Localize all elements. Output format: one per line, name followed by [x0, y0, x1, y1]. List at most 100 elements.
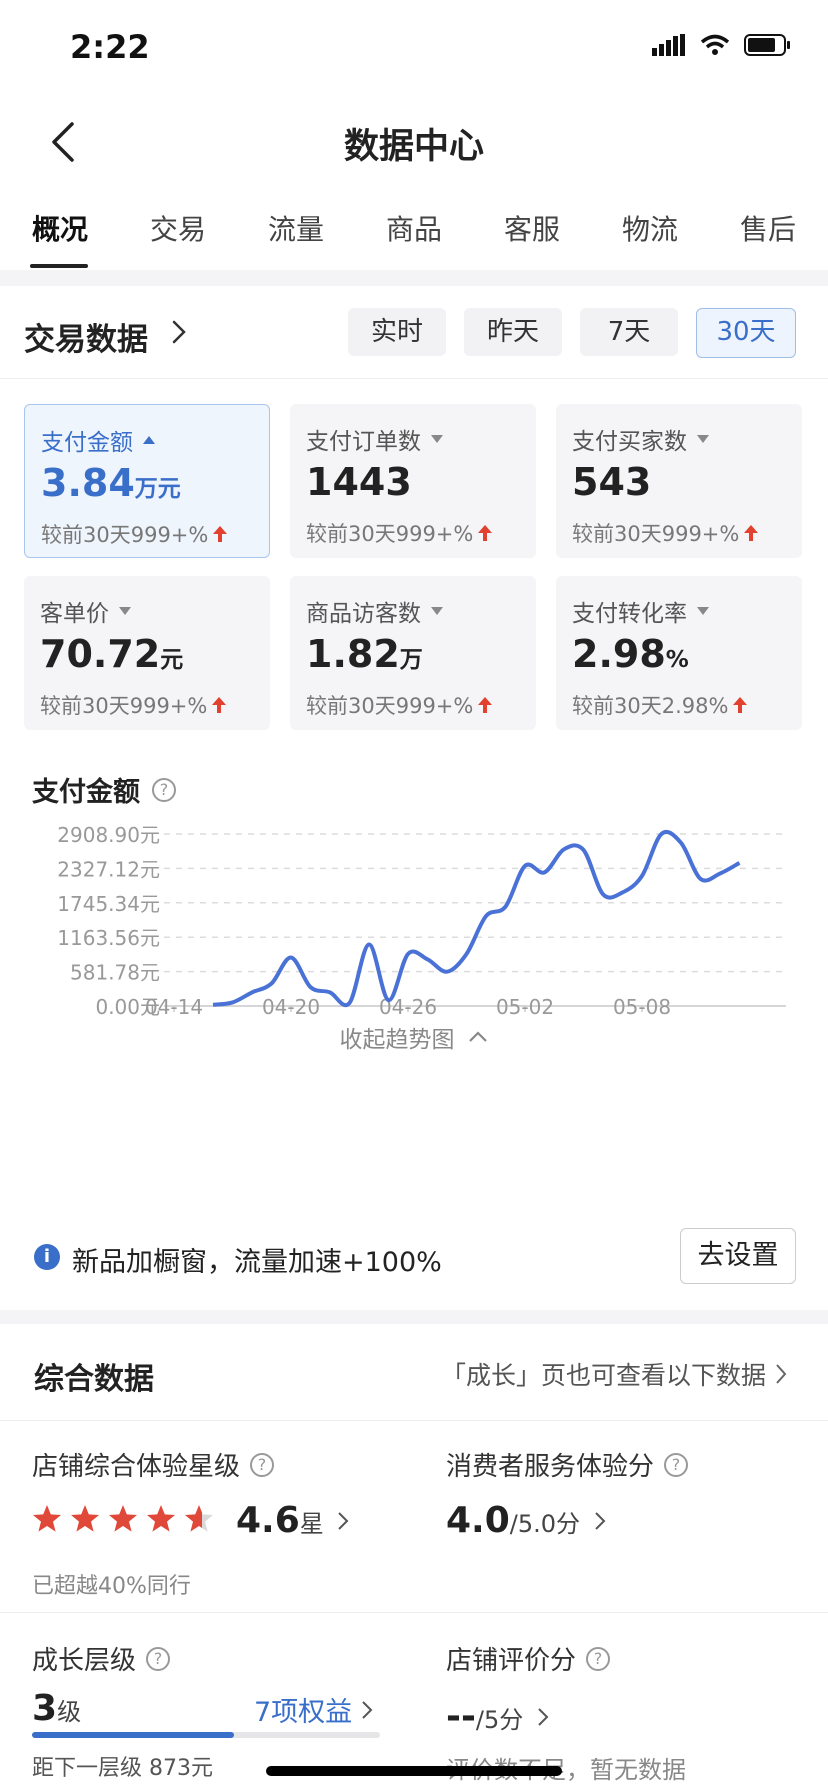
tab-logistics[interactable]: 物流 — [622, 208, 678, 248]
metric-value: 2.98 — [572, 632, 666, 676]
growth-unit: 级 — [57, 1698, 82, 1726]
chart-title-row: 支付金额 ? — [32, 770, 176, 809]
chevron-right-icon[interactable] — [168, 316, 190, 348]
go-settings-button[interactable]: 去设置 — [680, 1228, 796, 1284]
metric-value-row: 1.82万 — [306, 632, 423, 676]
metric-card-conversion[interactable]: 支付转化率 2.98% 较前30天2.98% — [556, 576, 802, 730]
metric-label: 商品访客数 — [306, 601, 421, 627]
star-icon — [109, 1505, 137, 1532]
chevron-right-icon — [362, 1700, 373, 1719]
chevron-right-icon — [538, 1708, 549, 1726]
metric-card-pay-amount[interactable]: 支付金额 3.84万元 较前30天999+% — [24, 404, 270, 558]
wifi-icon — [700, 34, 730, 55]
metric-compare: 较前30天999+% — [306, 522, 474, 546]
growth-value: 3 — [32, 1688, 58, 1729]
metric-card-orders[interactable]: 支付订单数 1443 较前30天999+% — [290, 404, 536, 558]
star-value: 4.6 — [236, 1500, 300, 1541]
caret-down-icon — [431, 435, 443, 443]
page-title: 数据中心 — [343, 127, 484, 167]
growth-progress-bar — [32, 1732, 380, 1738]
review-label: 店铺评价分 — [446, 1646, 577, 1676]
nav-bar: 数据中心 — [0, 96, 828, 186]
x-tick-label: 04-14 — [145, 995, 203, 1016]
y-tick-label: 1163.56元 — [57, 926, 160, 950]
metric-value: 1.82 — [306, 632, 400, 676]
tab-aftersale[interactable]: 售后 — [740, 208, 796, 248]
growth-link[interactable]: 「成长」页也可查看以下数据 — [441, 1356, 788, 1392]
caret-down-icon — [431, 607, 443, 615]
metric-label: 客单价 — [40, 601, 109, 627]
metric-value: 3.84 — [41, 461, 135, 505]
status-bar: 2:22 — [0, 0, 828, 96]
home-indicator — [266, 1766, 562, 1776]
tab-service[interactable]: 客服 — [504, 208, 560, 248]
metric-value-row: 3.84万元 — [41, 461, 181, 505]
caret-up-icon — [143, 436, 155, 444]
help-icon[interactable]: ? — [152, 777, 176, 802]
metric-value-row: 70.72元 — [40, 632, 183, 676]
series-line — [212, 829, 741, 1008]
arrow-up-icon — [744, 525, 759, 541]
metric-compare: 较前30天999+% — [572, 522, 740, 546]
chevron-up-icon — [468, 1031, 487, 1042]
y-tick-label: 1745.34元 — [57, 892, 160, 916]
star-note: 已超越40%同行 — [32, 1574, 191, 1599]
caret-down-icon — [697, 435, 709, 443]
metric-compare-row: 较前30天2.98% — [572, 690, 748, 720]
y-tick-label: 2327.12元 — [57, 857, 160, 881]
arrow-up-icon — [478, 525, 493, 541]
metric-value-row: 543 — [572, 460, 651, 504]
metric-value: 1443 — [306, 460, 412, 504]
metric-value-row: 2.98% — [572, 632, 689, 676]
metric-compare-row: 较前30天999+% — [40, 690, 227, 720]
metric-card-visitors[interactable]: 商品访客数 1.82万 较前30天999+% — [290, 576, 536, 730]
benefits-link[interactable]: 7项权益 — [254, 1690, 374, 1729]
star-value-row[interactable]: 4.6星 — [236, 1500, 350, 1541]
tab-overview[interactable]: 概况 — [32, 208, 88, 248]
star-icon — [185, 1505, 213, 1532]
status-time: 2:22 — [70, 28, 150, 66]
service-value-row[interactable]: 4.0/5.0分 — [446, 1500, 607, 1541]
service-label: 消费者服务体验分 — [446, 1452, 655, 1482]
help-icon[interactable]: ? — [664, 1452, 689, 1477]
metric-label-row: 商品访客数 — [306, 594, 443, 628]
collapse-chart[interactable]: 收起趋势图 — [340, 1020, 489, 1054]
service-label-row: 消费者服务体验分 ? — [446, 1446, 689, 1483]
overview-title: 综合数据 — [34, 1362, 154, 1397]
collapse-chart-row: 收起趋势图 — [0, 1020, 828, 1054]
help-icon[interactable]: ? — [146, 1646, 171, 1671]
tab-goods[interactable]: 商品 — [386, 208, 442, 248]
range-7days[interactable]: 7天 — [580, 308, 678, 356]
caret-down-icon — [697, 607, 709, 615]
service-unit: /5.0分 — [509, 1510, 581, 1538]
promo-banner: i 新品加橱窗，流量加速+100% 去设置 — [0, 1204, 828, 1310]
metric-label-row: 支付转化率 — [572, 594, 709, 628]
range-realtime[interactable]: 实时 — [348, 308, 446, 356]
range-30days[interactable]: 30天 — [696, 308, 796, 358]
star-label: 店铺综合体验星级 — [32, 1452, 241, 1482]
review-value-row[interactable]: --/5分 — [446, 1696, 550, 1737]
metric-value: 70.72 — [40, 632, 161, 676]
help-icon[interactable]: ? — [586, 1646, 611, 1671]
x-tick-label: 05-02 — [496, 995, 554, 1016]
metric-label-row: 支付金额 — [41, 423, 155, 457]
metric-card-avg-price[interactable]: 客单价 70.72元 较前30天999+% — [24, 576, 270, 730]
chevron-right-icon — [594, 1512, 606, 1530]
metric-label: 支付金额 — [41, 430, 133, 456]
tab-traffic[interactable]: 流量 — [268, 208, 324, 248]
metric-compare-row: 较前30天999+% — [41, 519, 228, 549]
growth-progress-fill — [32, 1732, 234, 1738]
chart-title: 支付金额 — [32, 777, 140, 808]
tab-trade[interactable]: 交易 — [150, 208, 206, 248]
trade-title[interactable]: 交易数据 — [24, 314, 148, 359]
metric-unit: % — [665, 647, 689, 673]
help-icon[interactable]: ? — [250, 1452, 275, 1477]
x-tick-label: 05-08 — [613, 995, 671, 1016]
range-yesterday[interactable]: 昨天 — [464, 308, 562, 356]
divider — [0, 1612, 828, 1613]
metric-label: 支付转化率 — [572, 601, 687, 627]
review-value: -- — [446, 1696, 476, 1737]
metric-card-buyers[interactable]: 支付买家数 543 较前30天999+% — [556, 404, 802, 558]
signal-icon — [652, 34, 685, 56]
review-unit: /5分 — [475, 1706, 524, 1734]
